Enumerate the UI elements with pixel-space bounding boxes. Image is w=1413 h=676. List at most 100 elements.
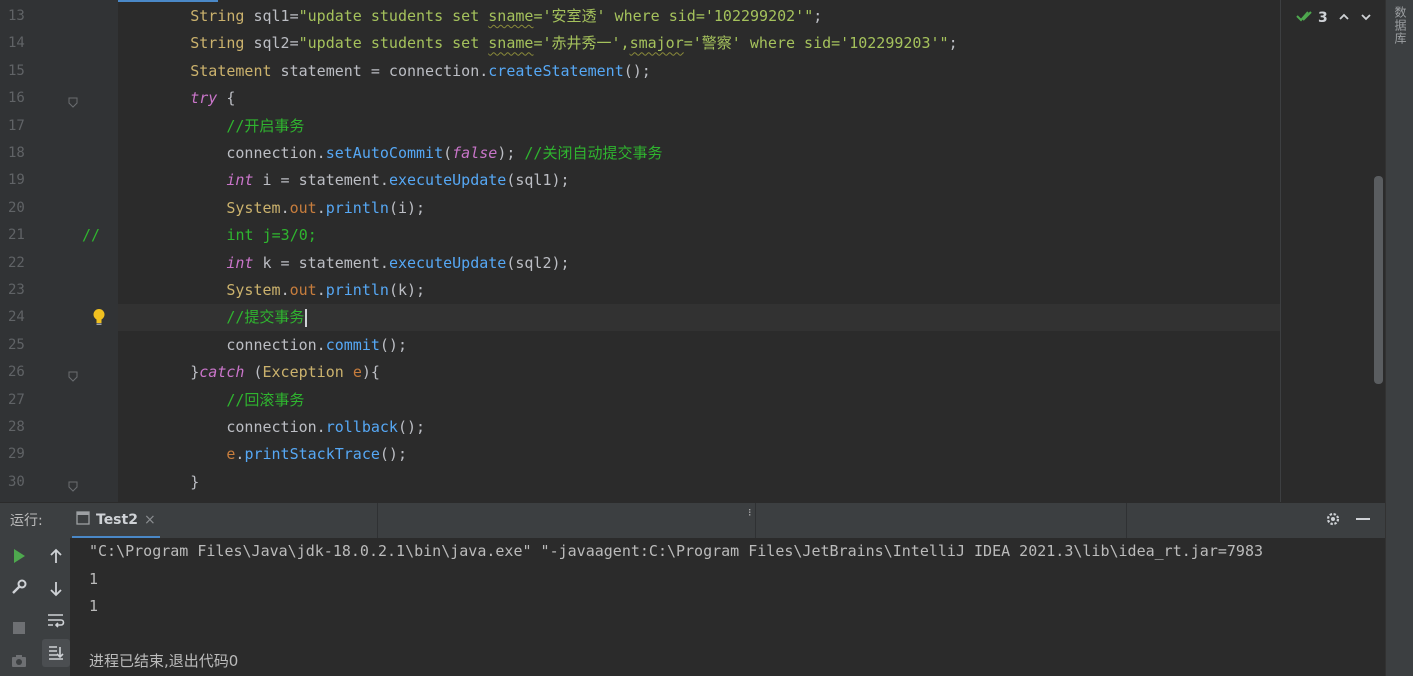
gutter-line[interactable]: 17	[0, 113, 118, 140]
chevron-up-icon[interactable]	[1338, 8, 1350, 27]
code-token: ='警察' where sid='102299203'"	[683, 34, 949, 53]
code-line[interactable]: e.printStackTrace();	[118, 441, 1280, 468]
minimize-icon[interactable]	[1355, 511, 1371, 531]
code-token: Exception	[262, 363, 344, 382]
code-token: }	[118, 363, 200, 382]
console-output[interactable]: "C:\Program Files\Java\jdk-18.0.2.1\bin\…	[70, 538, 1385, 676]
code-token: setAutoCommit	[325, 144, 444, 162]
code-line[interactable]: connection.rollback();	[118, 414, 1280, 441]
wrench-icon[interactable]	[7, 575, 31, 599]
line-number: 21	[8, 227, 25, 244]
right-margin-guide	[1280, 0, 1281, 502]
split-handle[interactable]: ⁝	[748, 506, 752, 519]
editor-gutter[interactable]: 13 14 15 16 17 18 19 20 21 22 23 24 25 26 27 28 29 30	[0, 0, 118, 502]
code-line[interactable]: int i = statement.executeUpdate(sql1);	[118, 167, 1280, 194]
code-token: println	[325, 281, 389, 299]
run-tab-test2[interactable]: Test2 ×	[72, 503, 160, 539]
line-number: 25	[8, 336, 25, 353]
code-token: //关闭自动提交事务	[524, 144, 663, 162]
arrow-up-icon[interactable]	[44, 544, 68, 568]
code-line[interactable]: connection.commit();	[118, 332, 1280, 359]
gutter-line[interactable]: 19	[0, 167, 118, 194]
code-line[interactable]: //回滚事务	[118, 387, 1280, 414]
header-divider	[377, 503, 378, 539]
code-line[interactable]: int k = statement.executeUpdate(sql2);	[118, 250, 1280, 277]
code-line[interactable]: try {	[118, 85, 1280, 112]
soft-wrap-icon[interactable]	[44, 608, 68, 632]
arrow-down-icon[interactable]	[44, 577, 68, 601]
code-token: .	[280, 281, 290, 299]
code-line[interactable]: Statement statement = connection.createS…	[118, 58, 1280, 85]
code-line[interactable]: System.out.println(i);	[118, 195, 1280, 222]
code-line[interactable]: System.out.println(k);	[118, 277, 1280, 304]
code-token: (i);	[388, 198, 426, 217]
scroll-to-end-button[interactable]	[42, 639, 70, 667]
fold-marker-icon[interactable]	[68, 367, 78, 382]
gutter-line[interactable]: 27	[0, 387, 118, 414]
code-token: .	[280, 198, 290, 217]
camera-icon[interactable]	[7, 649, 31, 673]
run-icon[interactable]	[7, 544, 31, 568]
gutter-line[interactable]: 22	[0, 250, 118, 277]
code-line[interactable]: connection.setAutoCommit(false); //关闭自动提…	[118, 140, 1280, 167]
fold-marker-icon[interactable]	[68, 477, 78, 492]
gear-icon[interactable]	[1325, 511, 1341, 531]
lightbulb-icon[interactable]	[92, 308, 106, 330]
fold-marker-icon[interactable]	[68, 93, 78, 108]
stop-icon[interactable]	[7, 616, 31, 640]
gutter-line[interactable]: 23	[0, 277, 118, 304]
code-line[interactable]: // int j=3/0;	[82, 222, 1244, 249]
code-token: );	[497, 144, 525, 162]
inspection-widget[interactable]: 3	[1296, 8, 1372, 27]
code-token: try	[190, 89, 218, 108]
code-line[interactable]: }	[118, 469, 1280, 496]
header-divider	[755, 503, 756, 539]
close-icon[interactable]: ×	[144, 512, 156, 528]
code-line[interactable]: //提交事务	[118, 304, 1280, 332]
chevron-down-icon[interactable]	[1360, 8, 1372, 27]
code-line[interactable]: //开启事务	[118, 113, 1280, 140]
code-token: executeUpdate	[388, 171, 507, 190]
line-number: 30	[8, 473, 25, 490]
code-token: System	[226, 198, 281, 217]
gutter-line[interactable]: 18	[0, 140, 118, 167]
gutter-line[interactable]: 16	[0, 85, 118, 112]
gutter-line[interactable]: 25	[0, 332, 118, 359]
gutter-line[interactable]: 28	[0, 414, 118, 441]
line-number: 20	[8, 199, 25, 216]
code-token: sname	[488, 34, 534, 53]
gutter-line[interactable]: 29	[0, 441, 118, 468]
code-token: ();	[379, 335, 407, 354]
code-token: connection.	[118, 335, 326, 354]
code-token: //开启事务	[226, 116, 305, 135]
code-token: println	[325, 198, 389, 217]
code-token: out	[289, 281, 317, 299]
code-token: commit	[325, 335, 380, 354]
gutter-line[interactable]: 30	[0, 469, 118, 496]
code-token: rollback	[325, 418, 398, 436]
console-line: 进程已结束,退出代码0	[89, 652, 239, 670]
gutter-line[interactable]: 14	[0, 30, 118, 57]
database-tool-button[interactable]: 数据库	[1392, 6, 1409, 45]
gutter-line[interactable]: 15	[0, 58, 118, 85]
code-token: Statement	[190, 61, 272, 80]
code-line[interactable]: }catch (Exception e){	[118, 359, 1280, 386]
gutter-line[interactable]: 24	[0, 304, 118, 331]
editor-scrollbar-thumb[interactable]	[1374, 176, 1383, 384]
code-token: String	[190, 34, 245, 53]
code-token: {	[217, 89, 236, 108]
code-line[interactable]: String sql2="update students set sname='…	[118, 30, 1280, 57]
code-line[interactable]: String sql1="update students set sname='…	[118, 3, 1280, 30]
console-tab-icon	[76, 510, 90, 529]
code-token: connection.	[118, 418, 326, 436]
code-area[interactable]: String sql1="update students set sname='…	[82, 0, 1280, 502]
code-token: sql2=	[244, 34, 299, 53]
gutter-line[interactable]: 20	[0, 195, 118, 222]
gutter-line[interactable]: 13	[0, 3, 118, 30]
code-editor[interactable]: 13 14 15 16 17 18 19 20 21 22 23 24 25 26 27 28 29 30 Str…	[0, 0, 1385, 502]
code-token: out	[289, 198, 317, 217]
code-token: sql1=	[244, 7, 299, 25]
gutter-line[interactable]: 26	[0, 359, 118, 386]
